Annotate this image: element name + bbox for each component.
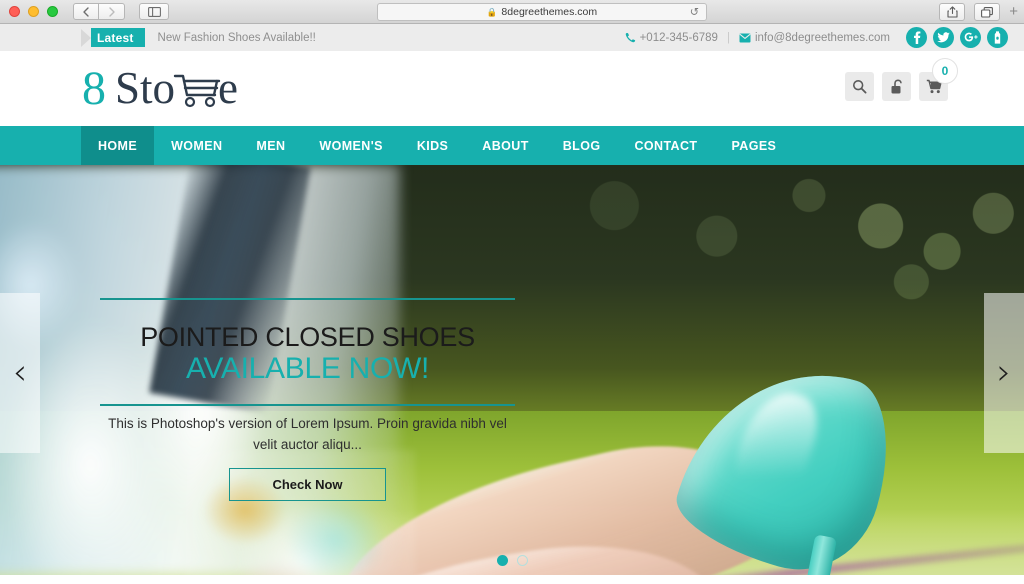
envelope-icon xyxy=(739,33,751,43)
email-address: info@8degreethemes.com xyxy=(754,31,890,44)
nav-item-home[interactable]: HOME xyxy=(81,126,155,165)
email-contact[interactable]: info@8degreethemes.com xyxy=(739,32,890,44)
twitter-icon[interactable] xyxy=(933,27,954,48)
youtube-icon[interactable] xyxy=(987,27,1008,48)
ribbon-arrow-icon xyxy=(81,28,91,47)
contact-separator: | xyxy=(726,31,730,44)
slider-pagination xyxy=(0,555,1024,566)
nav-item-about[interactable]: ABOUT xyxy=(465,126,545,165)
latest-news-ticker: Latest New Fashion Shoes Available!! xyxy=(81,28,316,47)
check-now-button[interactable]: Check Now xyxy=(229,467,386,501)
nav-item-blog[interactable]: BLOG xyxy=(546,126,618,165)
nav-item-kids[interactable]: KIDS xyxy=(400,126,465,165)
site-header: 8 Sto e 0 xyxy=(0,51,1024,126)
unlock-icon xyxy=(891,78,902,93)
minimize-window-button[interactable] xyxy=(28,6,39,17)
cart-button[interactable]: 0 xyxy=(919,58,958,101)
chevron-right-icon xyxy=(108,6,115,17)
share-icon xyxy=(947,6,958,18)
hero-slider: ‹ › POINTED CLOSED SHOES AVAILABLE NOW! … xyxy=(0,165,1024,575)
logo-eight: 8 xyxy=(82,61,106,115)
browser-toolbar: 🔒 8degreethemes.com ↺ + xyxy=(0,0,1024,24)
hero-caption: POINTED CLOSED SHOES AVAILABLE NOW! This… xyxy=(100,298,515,501)
top-bar-right: +012-345-6789 | info@8degreethemes.com xyxy=(625,24,1024,51)
facebook-icon[interactable] xyxy=(906,27,927,48)
window-controls xyxy=(0,6,58,17)
google-plus-icon[interactable] xyxy=(960,27,981,48)
site-top-bar: Latest New Fashion Shoes Available!! +01… xyxy=(0,24,1024,51)
phone-number: +012-345-6789 xyxy=(639,31,718,44)
latest-news-text[interactable]: New Fashion Shoes Available!! xyxy=(158,32,316,44)
shopping-cart-icon xyxy=(173,74,221,107)
site-logo[interactable]: 8 Sto e xyxy=(82,61,238,115)
nav-item-men[interactable]: MEN xyxy=(239,126,302,165)
main-navigation: HOME WOMEN MEN WOMEN'S KIDS ABOUT BLOG C… xyxy=(0,126,1024,165)
cart-count-badge: 0 xyxy=(932,58,958,84)
nav-item-pages[interactable]: PAGES xyxy=(714,126,793,165)
phone-contact[interactable]: +012-345-6789 xyxy=(625,32,718,44)
lock-icon: 🔒 xyxy=(486,6,498,17)
login-button[interactable] xyxy=(882,72,911,101)
header-tools: 0 xyxy=(845,58,958,101)
nav-item-women[interactable]: WOMEN xyxy=(154,126,239,165)
close-window-button[interactable] xyxy=(9,6,20,17)
chevron-right-icon: › xyxy=(996,352,1012,393)
hero-title: POINTED CLOSED SHOES xyxy=(140,322,475,352)
show-tabs-button[interactable] xyxy=(974,3,1001,21)
search-icon xyxy=(852,79,867,94)
slider-prev-button[interactable]: ‹ xyxy=(0,293,40,453)
reload-icon[interactable]: ↺ xyxy=(690,6,699,19)
hero-description: This is Photoshop's version of Lorem Ips… xyxy=(108,416,507,452)
nav-item-contact[interactable]: CONTACT xyxy=(617,126,714,165)
address-bar[interactable]: 🔒 8degreethemes.com ↺ xyxy=(377,3,707,21)
slider-next-button[interactable]: › xyxy=(984,293,1024,453)
maximize-window-button[interactable] xyxy=(47,6,58,17)
share-button[interactable] xyxy=(939,3,966,21)
slider-dot-1[interactable] xyxy=(496,555,508,566)
caption-top-rule xyxy=(100,298,515,300)
back-button[interactable] xyxy=(73,3,99,20)
slider-dot-2[interactable] xyxy=(516,555,528,566)
sidebar-toggle-icon xyxy=(147,6,161,17)
logo-cart-letter xyxy=(173,65,221,113)
caption-bottom-rule xyxy=(100,404,515,406)
chevron-left-icon xyxy=(83,6,89,17)
latest-badge: Latest xyxy=(91,28,145,47)
chevron-left-icon: ‹ xyxy=(12,352,28,393)
logo-sto: Sto xyxy=(115,63,176,113)
forward-button[interactable] xyxy=(99,3,125,20)
url-text: 8degreethemes.com xyxy=(501,6,598,18)
new-tab-button[interactable]: + xyxy=(1009,4,1018,21)
hero-subtitle: AVAILABLE NOW! xyxy=(185,352,430,385)
search-button[interactable] xyxy=(845,72,874,101)
nav-item-womens[interactable]: WOMEN'S xyxy=(302,126,399,165)
show-tabs-icon xyxy=(981,6,994,18)
phone-icon xyxy=(625,32,636,43)
social-links xyxy=(906,27,1008,48)
sidebar-toggle-button[interactable] xyxy=(139,3,169,20)
browser-right-controls: + xyxy=(939,3,1018,21)
browser-navigation xyxy=(73,3,169,20)
